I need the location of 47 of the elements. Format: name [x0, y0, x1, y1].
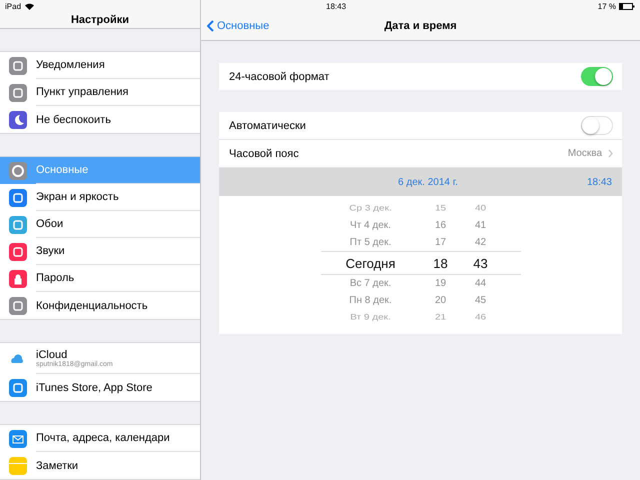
item-label: Не беспокоить: [36, 114, 112, 126]
status-time: 18:43: [326, 2, 346, 10]
back-button[interactable]: Основные: [207, 20, 270, 32]
item-label: Основные: [36, 164, 90, 176]
picker-day: Чт 4 дек.: [320, 220, 420, 231]
picker-hour: 21: [434, 313, 448, 322]
item-label: Пароль: [36, 272, 76, 284]
item-label: Звуки: [36, 245, 66, 257]
item-label: iCloud: [36, 348, 68, 360]
picker-hour: 19: [434, 278, 448, 289]
setting-label: 24-часовой формат: [229, 70, 330, 82]
picker-minute: 45: [474, 295, 488, 306]
picker-day: Пт 5 дек.: [320, 237, 420, 248]
picker-minute: 42: [474, 237, 488, 248]
item-label: Обои: [36, 218, 64, 230]
item-label: Пункт управления: [36, 86, 130, 98]
picker-hour: 17: [434, 237, 448, 248]
battery-percent: 17 %: [598, 2, 616, 10]
item-label: Почта, адреса, календари: [36, 432, 171, 444]
item-label: iTunes Store, App Store: [36, 382, 154, 394]
picker-day: Сегодня: [320, 256, 420, 270]
item-label: Экран и яркость: [36, 191, 120, 203]
picker-day: Вт 9 дек.: [320, 313, 420, 322]
picker-minute: 46: [474, 313, 488, 322]
date-picker[interactable]: Ср 3 дек. 15 40 Чт 4 дек. 16 41 Пт 5 дек. 17 42 Сегодня 18 43 Вс 7 дек. 19 44 Пн 8 дек. 20 45 Вт 9 дек. 21 46: [219, 196, 622, 334]
device-name: iPad: [5, 2, 22, 10]
picker-day: Вс 7 дек.: [320, 278, 420, 289]
picker-day: Пн 8 дек.: [320, 295, 420, 306]
timezone-value: Москва: [568, 148, 602, 159]
picker-day: Ср 3 дек.: [320, 204, 420, 213]
picker-hour: 20: [434, 295, 448, 306]
setting-label: Часовой пояс: [229, 148, 300, 160]
item-label: Заметки: [36, 460, 80, 472]
picker-minute: 44: [474, 278, 488, 289]
picker-hour: 15: [434, 204, 448, 213]
item-label: Конфиденциальность: [36, 300, 149, 312]
picker-hour: 16: [434, 220, 448, 231]
picker-minute: 41: [474, 220, 488, 231]
picker-minute: 43: [472, 256, 489, 270]
picker-hour: 18: [432, 256, 449, 270]
picker-minute: 40: [474, 204, 488, 213]
current-time: 18:43: [586, 176, 612, 188]
item-label: Уведомления: [36, 59, 106, 71]
current-date: 6 дек. 2014 г.: [397, 176, 459, 188]
sidebar-title: Настройки: [70, 14, 130, 26]
setting-label: Автоматически: [229, 120, 307, 132]
page-title: Дата и время: [384, 20, 457, 32]
